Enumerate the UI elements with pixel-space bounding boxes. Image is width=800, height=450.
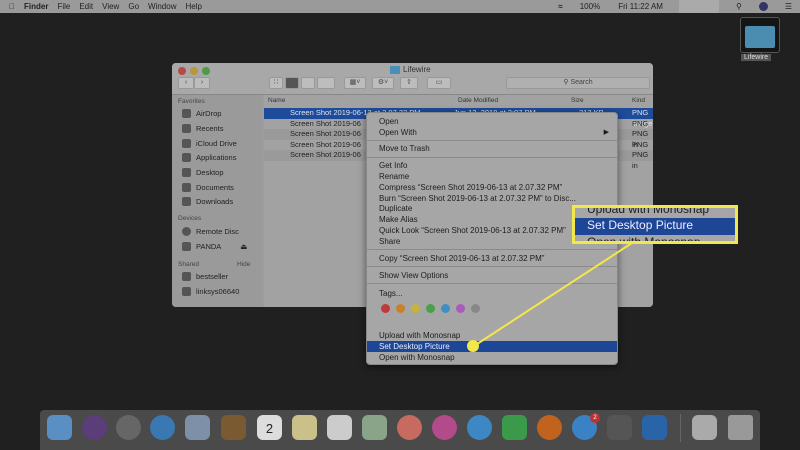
dock-contacts[interactable] <box>221 415 246 440</box>
dock-reminders[interactable] <box>327 415 352 440</box>
callout-dot <box>467 340 479 352</box>
dock-divider <box>680 414 681 442</box>
callout-set-desktop-picture: Set Desktop Picture <box>575 218 735 235</box>
dock-documents[interactable] <box>692 415 717 440</box>
dock-calendar[interactable]: 2 <box>257 415 282 440</box>
dock-notes[interactable] <box>292 415 317 440</box>
dock-photos[interactable] <box>397 415 422 440</box>
dock-facetime[interactable] <box>502 415 527 440</box>
dock-launchpad[interactable] <box>116 415 141 440</box>
dock-finder[interactable] <box>47 415 72 440</box>
dock-mail[interactable] <box>185 415 210 440</box>
dock-trash[interactable] <box>728 415 753 440</box>
zoom-callout: Upload with Monosnap Set Desktop Picture… <box>572 205 738 244</box>
dock-books[interactable] <box>537 415 562 440</box>
callout-upload: Upload with Monosnap <box>587 205 710 216</box>
callout-line <box>473 242 633 347</box>
dock-siri[interactable] <box>82 415 107 440</box>
dock-maps[interactable] <box>362 415 387 440</box>
callout-open: Open with Monosnap <box>587 235 701 244</box>
dock-safari[interactable] <box>150 415 175 440</box>
dock-itunes[interactable] <box>432 415 457 440</box>
dock: 2 2 <box>40 410 760 450</box>
dock-messages[interactable] <box>467 415 492 440</box>
dock-system-preferences[interactable] <box>607 415 632 440</box>
dock-outlook[interactable] <box>642 415 667 440</box>
app-store-badge: 2 <box>590 413 600 423</box>
